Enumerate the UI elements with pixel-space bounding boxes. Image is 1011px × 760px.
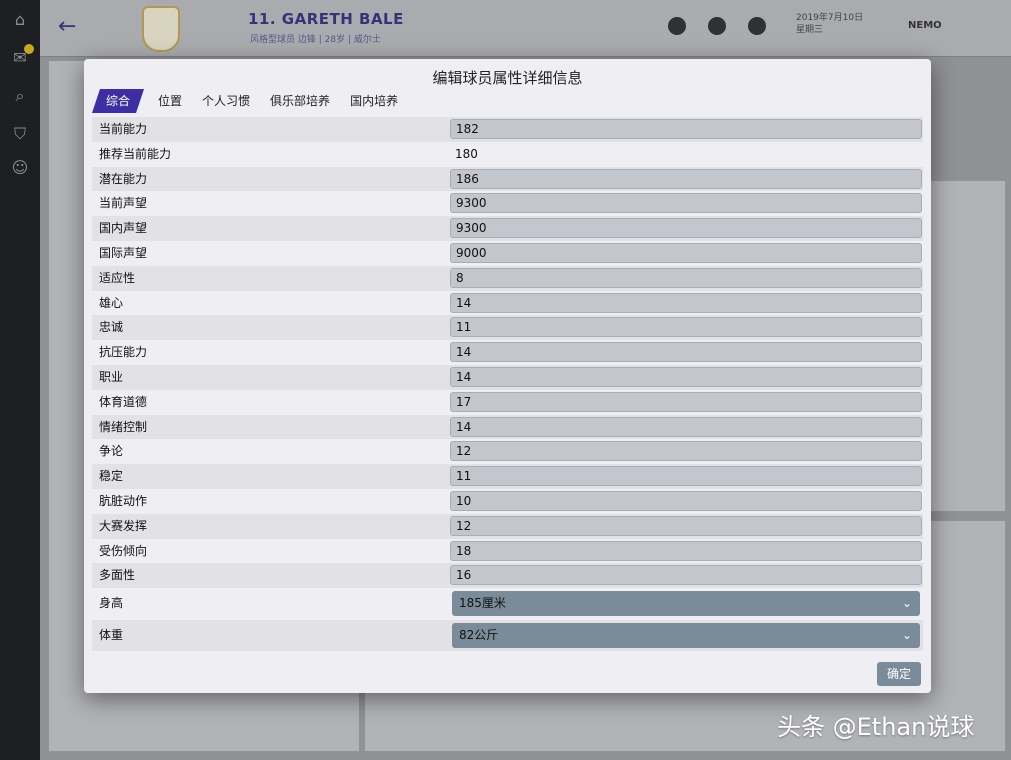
people-icon[interactable]: ☺ [10,158,30,178]
attribute-value-input[interactable]: 9300 [450,218,922,239]
attribute-value-input[interactable]: 12 [450,515,922,536]
notification-badge [24,44,34,54]
attribute-row: 适应性 8 [92,265,923,291]
height-row: 身高 185厘米 ⌄ [92,588,923,620]
attribute-row: 忠诚 11 [92,315,923,341]
attribute-row: 受伤倾向 18 [92,539,923,564]
attribute-value-input[interactable]: 9300 [450,193,922,214]
attribute-row: 雄心 14 [92,291,923,316]
chevron-down-icon: ⌄ [901,627,912,642]
attribute-label: 稳定 [99,469,124,484]
attribute-label: 国际声望 [99,245,148,260]
game-date: 2019年7月10日 星期三 [796,13,864,35]
attribute-row: 国内声望 9300 [92,216,923,241]
attribute-row: 国际声望 9000 [92,241,923,266]
attribute-label: 争论 [99,444,124,459]
weight-value: 82公斤 [459,627,499,642]
settings-icon[interactable] [748,17,766,35]
dialog-title: 编辑球员属性详细信息 [432,69,583,87]
attribute-row: 职业 14 [92,364,923,390]
chevron-down-icon: ⌄ [901,596,912,611]
weight-label: 体重 [99,627,124,642]
help-icon[interactable] [668,17,686,35]
attribute-value-input[interactable]: 182 [450,119,922,139]
attribute-row: 当前能力 182 [92,117,923,142]
attribute-value-input[interactable]: 9000 [450,242,922,263]
attribute-label: 体育道德 [99,394,148,409]
attribute-value-input[interactable]: 14 [450,342,922,363]
height-select[interactable]: 185厘米 ⌄ [452,591,920,617]
top-icons [668,17,766,35]
attribute-value-input[interactable]: 18 [450,540,922,561]
attribute-label: 潜在能力 [99,171,148,186]
attribute-row: 多面性 16 [92,563,923,589]
attribute-label: 情绪控制 [99,419,148,434]
attribute-value-input[interactable]: 14 [450,366,922,387]
search-icon[interactable]: ⌕ [10,86,30,106]
attribute-label: 抗压能力 [99,345,148,360]
attribute-row: 潜在能力 186 [92,166,923,192]
attribute-value-input[interactable]: 10 [450,490,922,511]
attribute-row: 抗压能力 14 [92,340,923,365]
tab-general[interactable]: 综合 [92,89,144,113]
attribute-row: 推荐当前能力 180 [92,142,923,167]
attribute-row: 肮脏动作 10 [92,489,923,514]
attribute-row: 大赛发挥 12 [92,513,923,539]
attribute-row: 当前声望 9300 [92,191,923,216]
height-label: 身高 [99,596,124,611]
attribute-label: 推荐当前能力 [99,146,172,161]
attribute-value-input[interactable]: 11 [450,466,922,487]
attribute-label: 职业 [99,369,124,384]
attribute-value-input[interactable]: 14 [450,416,922,437]
attribute-label: 多面性 [99,568,136,583]
attribute-row: 情绪控制 14 [92,414,923,440]
ok-button[interactable]: 确定 [877,662,921,686]
tab-personal-habits[interactable]: 个人习惯 [192,89,260,113]
attribute-label: 肮脏动作 [99,493,148,508]
club-icon[interactable]: ⛉ [10,124,30,144]
attribute-rows: 当前能力 182 推荐当前能力 180 潜在能力 186 当前声望 9300 国内声望 9300 国… [92,117,923,652]
attribute-value-input[interactable]: 11 [450,317,922,338]
attribute-value-input[interactable]: 16 [450,565,922,586]
watermark: 头条 @Ethan说球 [777,713,975,741]
tab-club-trained[interactable]: 俱乐部培养 [260,89,340,113]
attribute-label: 适应性 [99,270,136,285]
home-icon[interactable]: ⌂ [10,10,30,30]
tab-position[interactable]: 位置 [148,89,192,113]
attribute-row: 争论 12 [92,439,923,464]
edit-attributes-dialog: 编辑球员属性详细信息 综合 位置 个人习惯 俱乐部培养 国内培养 当前能力 182… [84,59,931,693]
back-arrow-icon[interactable]: ← [58,14,76,39]
attribute-row: 体育道德 17 [92,390,923,415]
attribute-label: 雄心 [99,295,124,310]
manager-name[interactable]: NEMO [908,20,942,31]
club-crest [142,6,180,52]
attribute-label: 受伤倾向 [99,543,148,558]
attribute-label: 当前能力 [99,122,148,136]
weight-row: 体重 82公斤 ⌄ [92,619,923,652]
tab-bar: 综合 位置 个人习惯 俱乐部培养 国内培养 [92,89,408,113]
attribute-label: 忠诚 [99,320,124,335]
attribute-row: 稳定 11 [92,464,923,489]
attribute-value-input[interactable]: 12 [450,441,922,462]
attribute-label: 当前声望 [99,196,148,211]
attribute-value-input[interactable]: 17 [450,391,922,412]
attribute-value-static: 180 [455,146,478,161]
weight-select[interactable]: 82公斤 ⌄ [452,622,920,648]
attribute-label: 国内声望 [99,221,148,236]
top-bar [40,0,1011,57]
attribute-value-input[interactable]: 8 [450,267,922,288]
left-rail: ⌂ ✉ ⌕ ⛉ ☺ [0,0,40,760]
player-subtitle: 风格型球员 边锋 | 28岁 | 威尔士 [250,35,381,45]
attribute-label: 大赛发挥 [99,518,148,533]
attribute-value-input[interactable]: 14 [450,292,922,313]
player-name: 11. GARETH BALE [248,10,404,28]
tab-nation-trained[interactable]: 国内培养 [340,89,408,113]
info-icon[interactable] [708,17,726,35]
height-value: 185厘米 [459,596,506,611]
attribute-value-input[interactable]: 186 [450,168,922,189]
